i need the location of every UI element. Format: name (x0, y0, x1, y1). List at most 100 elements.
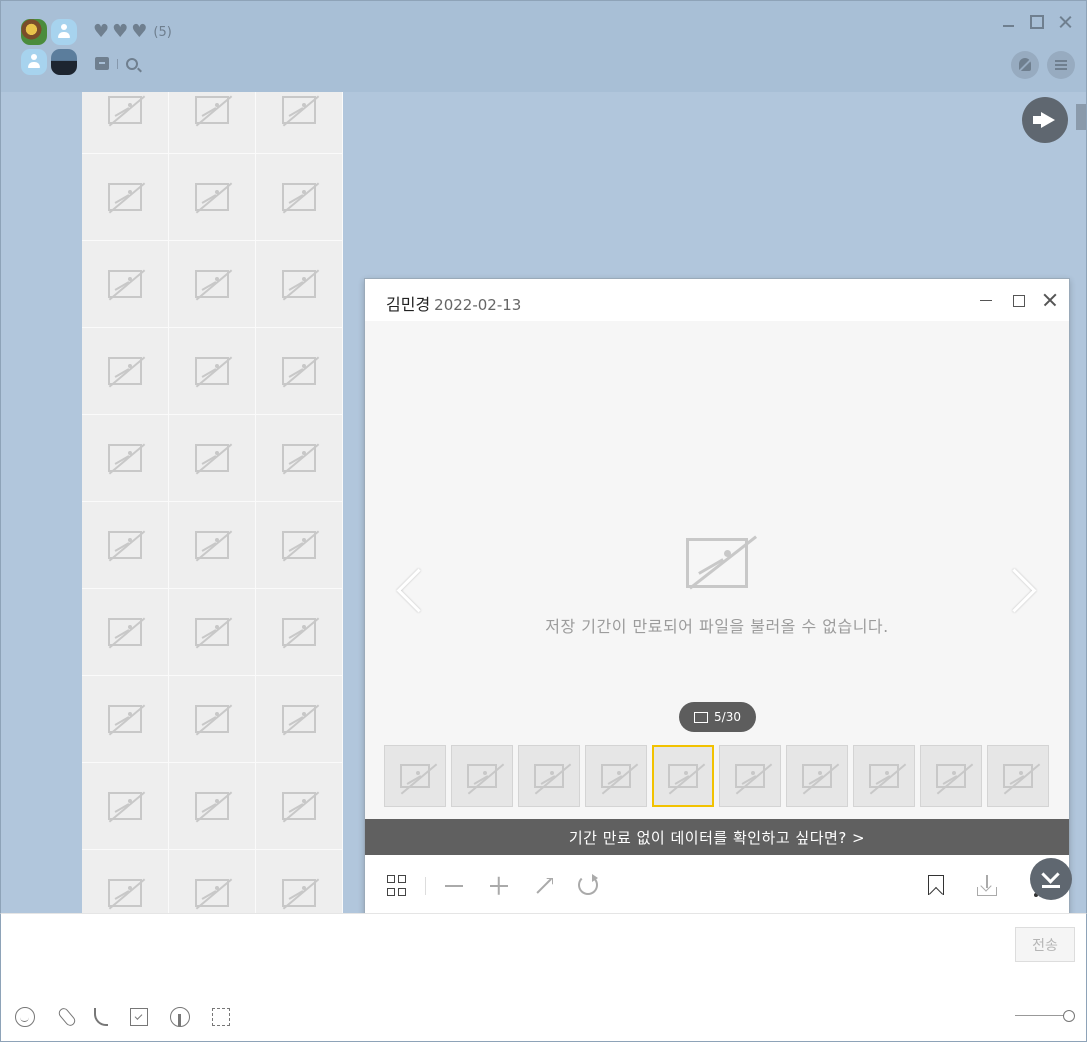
photo-cell[interactable] (82, 763, 169, 850)
photo-cell[interactable] (256, 92, 343, 154)
transparency-slider[interactable] (1015, 1010, 1075, 1022)
photo-cell[interactable] (256, 241, 343, 328)
minimize-button[interactable] (1002, 15, 1016, 29)
photo-cell[interactable] (82, 328, 169, 415)
photo-cell[interactable] (169, 502, 256, 589)
message-input-area[interactable]: 전송 (0, 913, 1087, 1042)
drawer-icon[interactable] (95, 57, 109, 70)
viewer-maximize-button[interactable] (1009, 291, 1027, 309)
photo-cell[interactable] (169, 589, 256, 676)
rotate-icon[interactable] (578, 874, 598, 895)
photo-cell[interactable] (169, 241, 256, 328)
counter-text: 5/30 (714, 710, 741, 724)
broken-image-icon (400, 764, 430, 788)
call-icon[interactable] (94, 1008, 108, 1026)
emoji-icon[interactable] (15, 1007, 35, 1027)
photo-cell[interactable] (82, 241, 169, 328)
menu-icon-line (1055, 68, 1067, 70)
next-image-button[interactable] (1005, 567, 1035, 613)
broken-image-icon (195, 792, 229, 820)
thumbnail[interactable] (451, 745, 513, 807)
thumbnail[interactable] (652, 745, 714, 807)
broken-image-icon (802, 764, 832, 788)
zoom-in-icon[interactable] (488, 875, 510, 897)
photo-cell[interactable] (169, 92, 256, 154)
send-button[interactable]: 전송 (1015, 927, 1075, 962)
scroll-to-bottom-button[interactable] (1030, 858, 1072, 900)
photo-cell[interactable] (256, 676, 343, 763)
photo-cell[interactable] (256, 415, 343, 502)
screen-capture-icon[interactable] (212, 1008, 230, 1026)
photo-cell[interactable] (256, 154, 343, 241)
photo-cell[interactable] (256, 502, 343, 589)
photo-cell[interactable] (169, 328, 256, 415)
search-icon[interactable] (126, 57, 138, 70)
photo-cell[interactable] (82, 154, 169, 241)
zoom-out-icon[interactable] (443, 875, 465, 897)
chat-area[interactable]: 김민경 2022-02-13 저장 기간이 만료되어 파일을 불러올 수 없습니다… (0, 92, 1087, 913)
broken-image-icon (869, 764, 899, 788)
photo-cell[interactable] (169, 415, 256, 502)
broken-image-icon (282, 444, 316, 472)
scrollbar-thumb[interactable] (1076, 104, 1086, 130)
thumbnail[interactable] (719, 745, 781, 807)
avatar (21, 49, 47, 75)
mute-notification-button[interactable] (1011, 51, 1039, 79)
photo-cell[interactable] (169, 676, 256, 763)
photo-cell[interactable] (256, 589, 343, 676)
broken-image-icon (282, 357, 316, 385)
photo-cell[interactable] (82, 502, 169, 589)
maximize-button[interactable] (1030, 15, 1044, 29)
broken-image-icon (195, 879, 229, 907)
expired-message: 저장 기간이 만료되어 파일을 불러올 수 없습니다. (545, 617, 889, 636)
bookmark-icon[interactable] (928, 875, 944, 895)
photo-cell[interactable] (256, 763, 343, 850)
broken-image-icon (195, 531, 229, 559)
photo-cell[interactable] (169, 154, 256, 241)
broken-image-icon (108, 444, 142, 472)
broken-image-icon (1003, 764, 1033, 788)
broken-image-icon (195, 96, 229, 124)
broken-image-icon (195, 183, 229, 211)
promo-banner[interactable]: 기간 만료 없이 데이터를 확인하고 싶다면? > (365, 819, 1069, 855)
notice-button[interactable] (1022, 97, 1068, 143)
photo-cell[interactable] (82, 589, 169, 676)
viewer-minimize-button[interactable] (977, 291, 995, 309)
slider-knob[interactable] (1063, 1010, 1075, 1022)
sender-name: 김민경 (386, 295, 431, 314)
live-talk-icon[interactable] (170, 1007, 190, 1027)
photo-cell[interactable] (82, 850, 169, 913)
attach-file-icon[interactable] (56, 1006, 78, 1028)
photo-cell[interactable] (256, 328, 343, 415)
viewer-close-button[interactable] (1041, 291, 1059, 309)
photo-cell[interactable] (169, 850, 256, 913)
thumbnail[interactable] (518, 745, 580, 807)
thumbnail[interactable] (384, 745, 446, 807)
broken-image-icon (467, 764, 497, 788)
photo-cell[interactable] (169, 763, 256, 850)
photo-cell[interactable] (82, 676, 169, 763)
broken-image-icon (282, 531, 316, 559)
broken-image-icon (108, 618, 142, 646)
avatar (51, 49, 77, 75)
fit-screen-icon[interactable] (533, 875, 555, 897)
close-button[interactable] (1058, 15, 1072, 29)
photo-cell[interactable] (82, 415, 169, 502)
thumbnail[interactable] (585, 745, 647, 807)
group-avatar[interactable] (21, 19, 79, 77)
photo-cell[interactable] (256, 850, 343, 913)
thumbnail[interactable] (987, 745, 1049, 807)
thumbnail[interactable] (786, 745, 848, 807)
photo-cell[interactable] (82, 92, 169, 154)
broken-image-icon (282, 183, 316, 211)
menu-button[interactable] (1047, 51, 1075, 79)
header-tools (95, 57, 138, 70)
calendar-icon[interactable] (130, 1008, 148, 1026)
grid-view-icon[interactable] (387, 875, 409, 897)
download-icon[interactable] (976, 875, 998, 897)
broken-image-icon (108, 531, 142, 559)
thumbnail[interactable] (853, 745, 915, 807)
previous-image-button[interactable] (393, 567, 423, 613)
thumbnail[interactable] (920, 745, 982, 807)
broken-image-icon (195, 270, 229, 298)
